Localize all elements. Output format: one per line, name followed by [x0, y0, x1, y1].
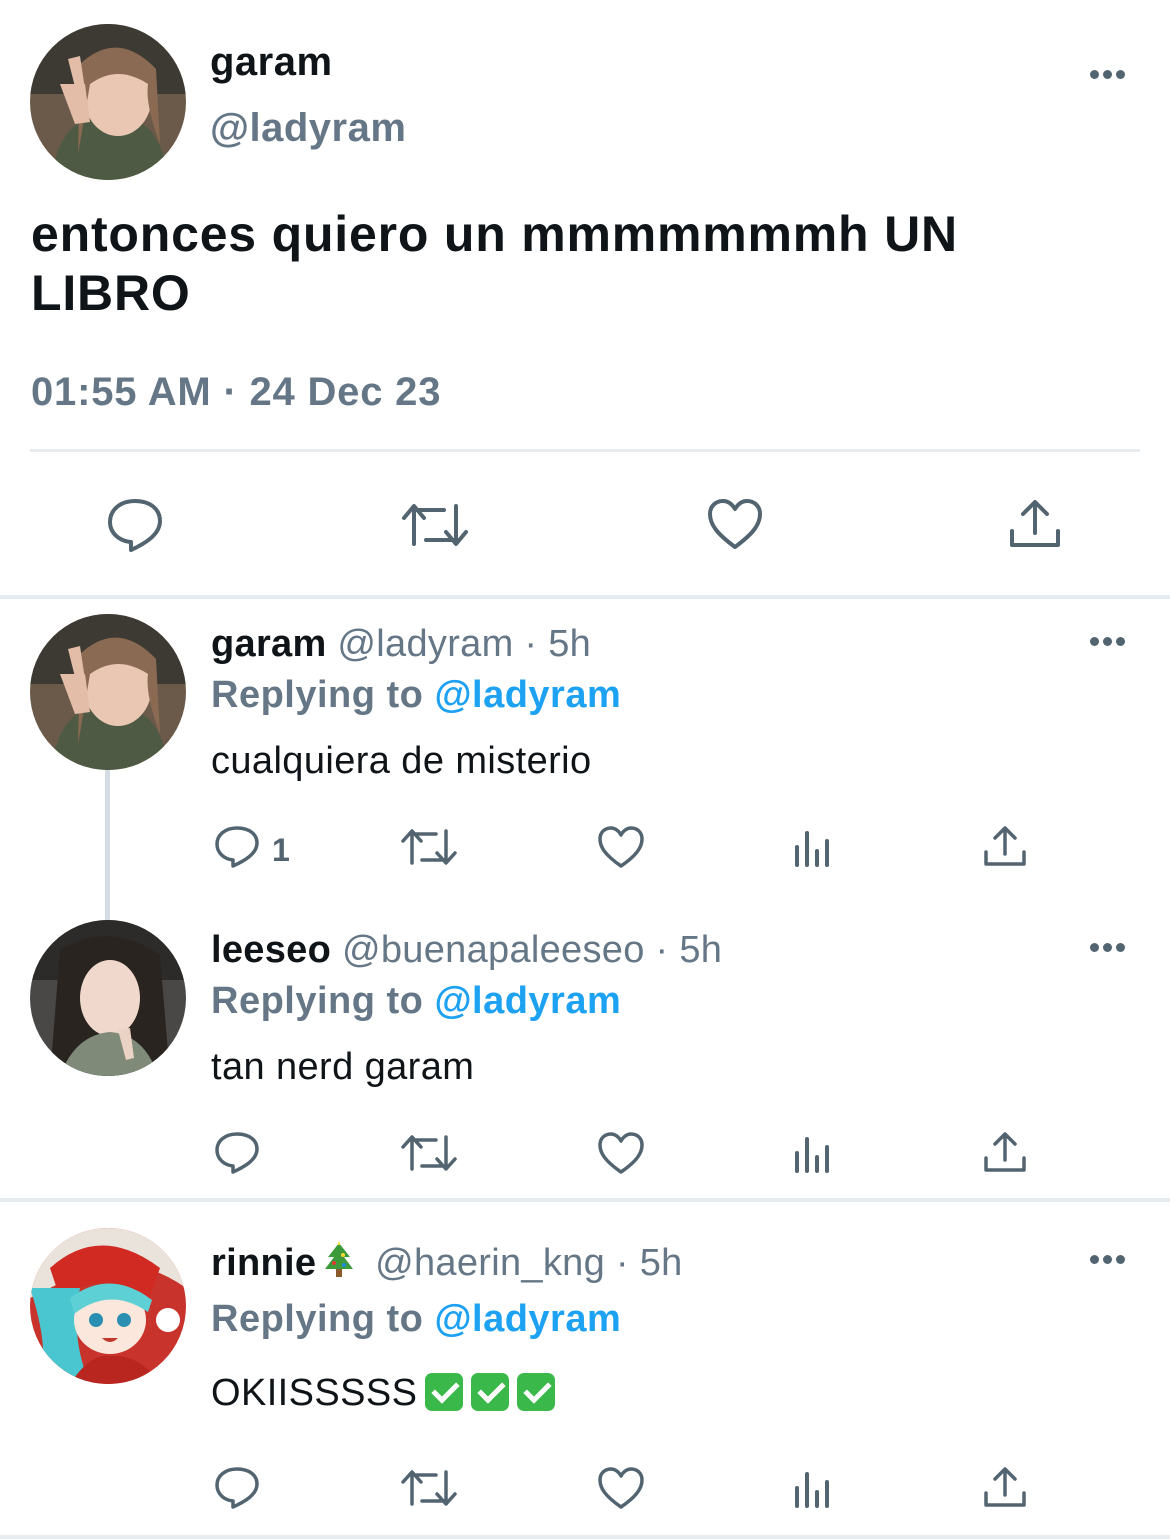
avatar-rinnie[interactable]	[30, 1228, 186, 1384]
share-icon[interactable]	[983, 1130, 1027, 1174]
replying-to-link[interactable]: @ladyram	[434, 1298, 621, 1340]
reply-time[interactable]: · 5h	[656, 929, 723, 971]
share-icon[interactable]	[983, 1465, 1027, 1509]
replying-to: Replying to @ladyram	[211, 674, 621, 717]
author-handle[interactable]: @ladyram	[210, 106, 406, 151]
share-icon[interactable]	[983, 824, 1027, 868]
more-options-icon[interactable]	[1088, 637, 1128, 649]
divider	[30, 449, 1140, 452]
author-name[interactable]: garam	[210, 40, 333, 85]
reply-header: garam @ladyram · 5h	[211, 623, 591, 666]
reply-icon[interactable]	[214, 1466, 260, 1510]
avatar-garam[interactable]	[30, 614, 186, 770]
like-icon[interactable]	[597, 825, 645, 869]
analytics-icon[interactable]	[793, 829, 833, 867]
replying-to-link[interactable]: @ladyram	[434, 674, 621, 716]
section-divider	[0, 1198, 1170, 1202]
thread-line	[105, 770, 110, 920]
reply-text-row: OKIISSSSS	[211, 1372, 556, 1415]
replying-prefix: Replying to	[211, 1298, 424, 1340]
reply-icon[interactable]	[214, 1131, 260, 1175]
analytics-icon[interactable]	[793, 1470, 833, 1508]
reply-author-name[interactable]: rinnie	[211, 1242, 316, 1284]
share-icon[interactable]	[1008, 497, 1062, 551]
replying-prefix: Replying to	[211, 980, 424, 1022]
reply-icon[interactable]	[106, 497, 164, 553]
reply-icon[interactable]	[214, 825, 260, 869]
check-mark-icon	[425, 1373, 464, 1411]
section-divider	[0, 1535, 1170, 1539]
tweet-text: entonces quiero un mmmmmmmh UN LIBRO	[31, 206, 958, 321]
retweet-icon[interactable]	[400, 826, 458, 868]
reply-author-name[interactable]: garam	[211, 623, 327, 665]
section-divider	[0, 595, 1170, 599]
retweet-icon[interactable]	[400, 500, 470, 550]
retweet-icon[interactable]	[400, 1132, 458, 1174]
analytics-icon[interactable]	[793, 1135, 833, 1173]
avatar-garam[interactable]	[30, 24, 186, 180]
replying-to-link[interactable]: @ladyram	[434, 980, 621, 1022]
avatar-leeseo[interactable]	[30, 920, 186, 1076]
reply-author-handle[interactable]: @buenapaleeseo	[342, 929, 645, 971]
replying-to: Replying to @ladyram	[211, 1298, 621, 1341]
reply-author-handle[interactable]: @ladyram	[337, 623, 513, 665]
like-icon[interactable]	[706, 497, 764, 551]
replying-prefix: Replying to	[211, 674, 424, 716]
like-icon[interactable]	[597, 1131, 645, 1175]
more-options-icon[interactable]	[1088, 1255, 1128, 1267]
reply-text: tan nerd garam	[211, 1046, 475, 1088]
reply-time[interactable]: · 5h	[616, 1242, 683, 1284]
reply-author-handle[interactable]: @haerin_kng	[375, 1242, 605, 1284]
reply-author-name[interactable]: leeseo	[211, 929, 331, 971]
check-mark-icon	[471, 1373, 510, 1411]
replying-to: Replying to @ladyram	[211, 980, 621, 1023]
reply-text: cualquiera de misterio	[211, 740, 592, 782]
reply-header: leeseo @buenapaleeseo · 5h	[211, 929, 722, 972]
christmas-tree-icon	[325, 1241, 354, 1277]
more-options-icon[interactable]	[1088, 70, 1128, 82]
more-options-icon[interactable]	[1088, 943, 1128, 955]
like-icon[interactable]	[597, 1466, 645, 1510]
retweet-icon[interactable]	[400, 1467, 458, 1509]
reply-text: OKIISSSSS	[211, 1372, 418, 1414]
check-mark-icon	[517, 1373, 556, 1411]
reply-header: rinnie @haerin_kng · 5h	[211, 1241, 683, 1285]
tweet-timestamp[interactable]: 01:55 AM · 24 Dec 23	[31, 370, 441, 415]
reply-count: 1	[272, 832, 290, 868]
reply-time[interactable]: · 5h	[524, 623, 591, 665]
